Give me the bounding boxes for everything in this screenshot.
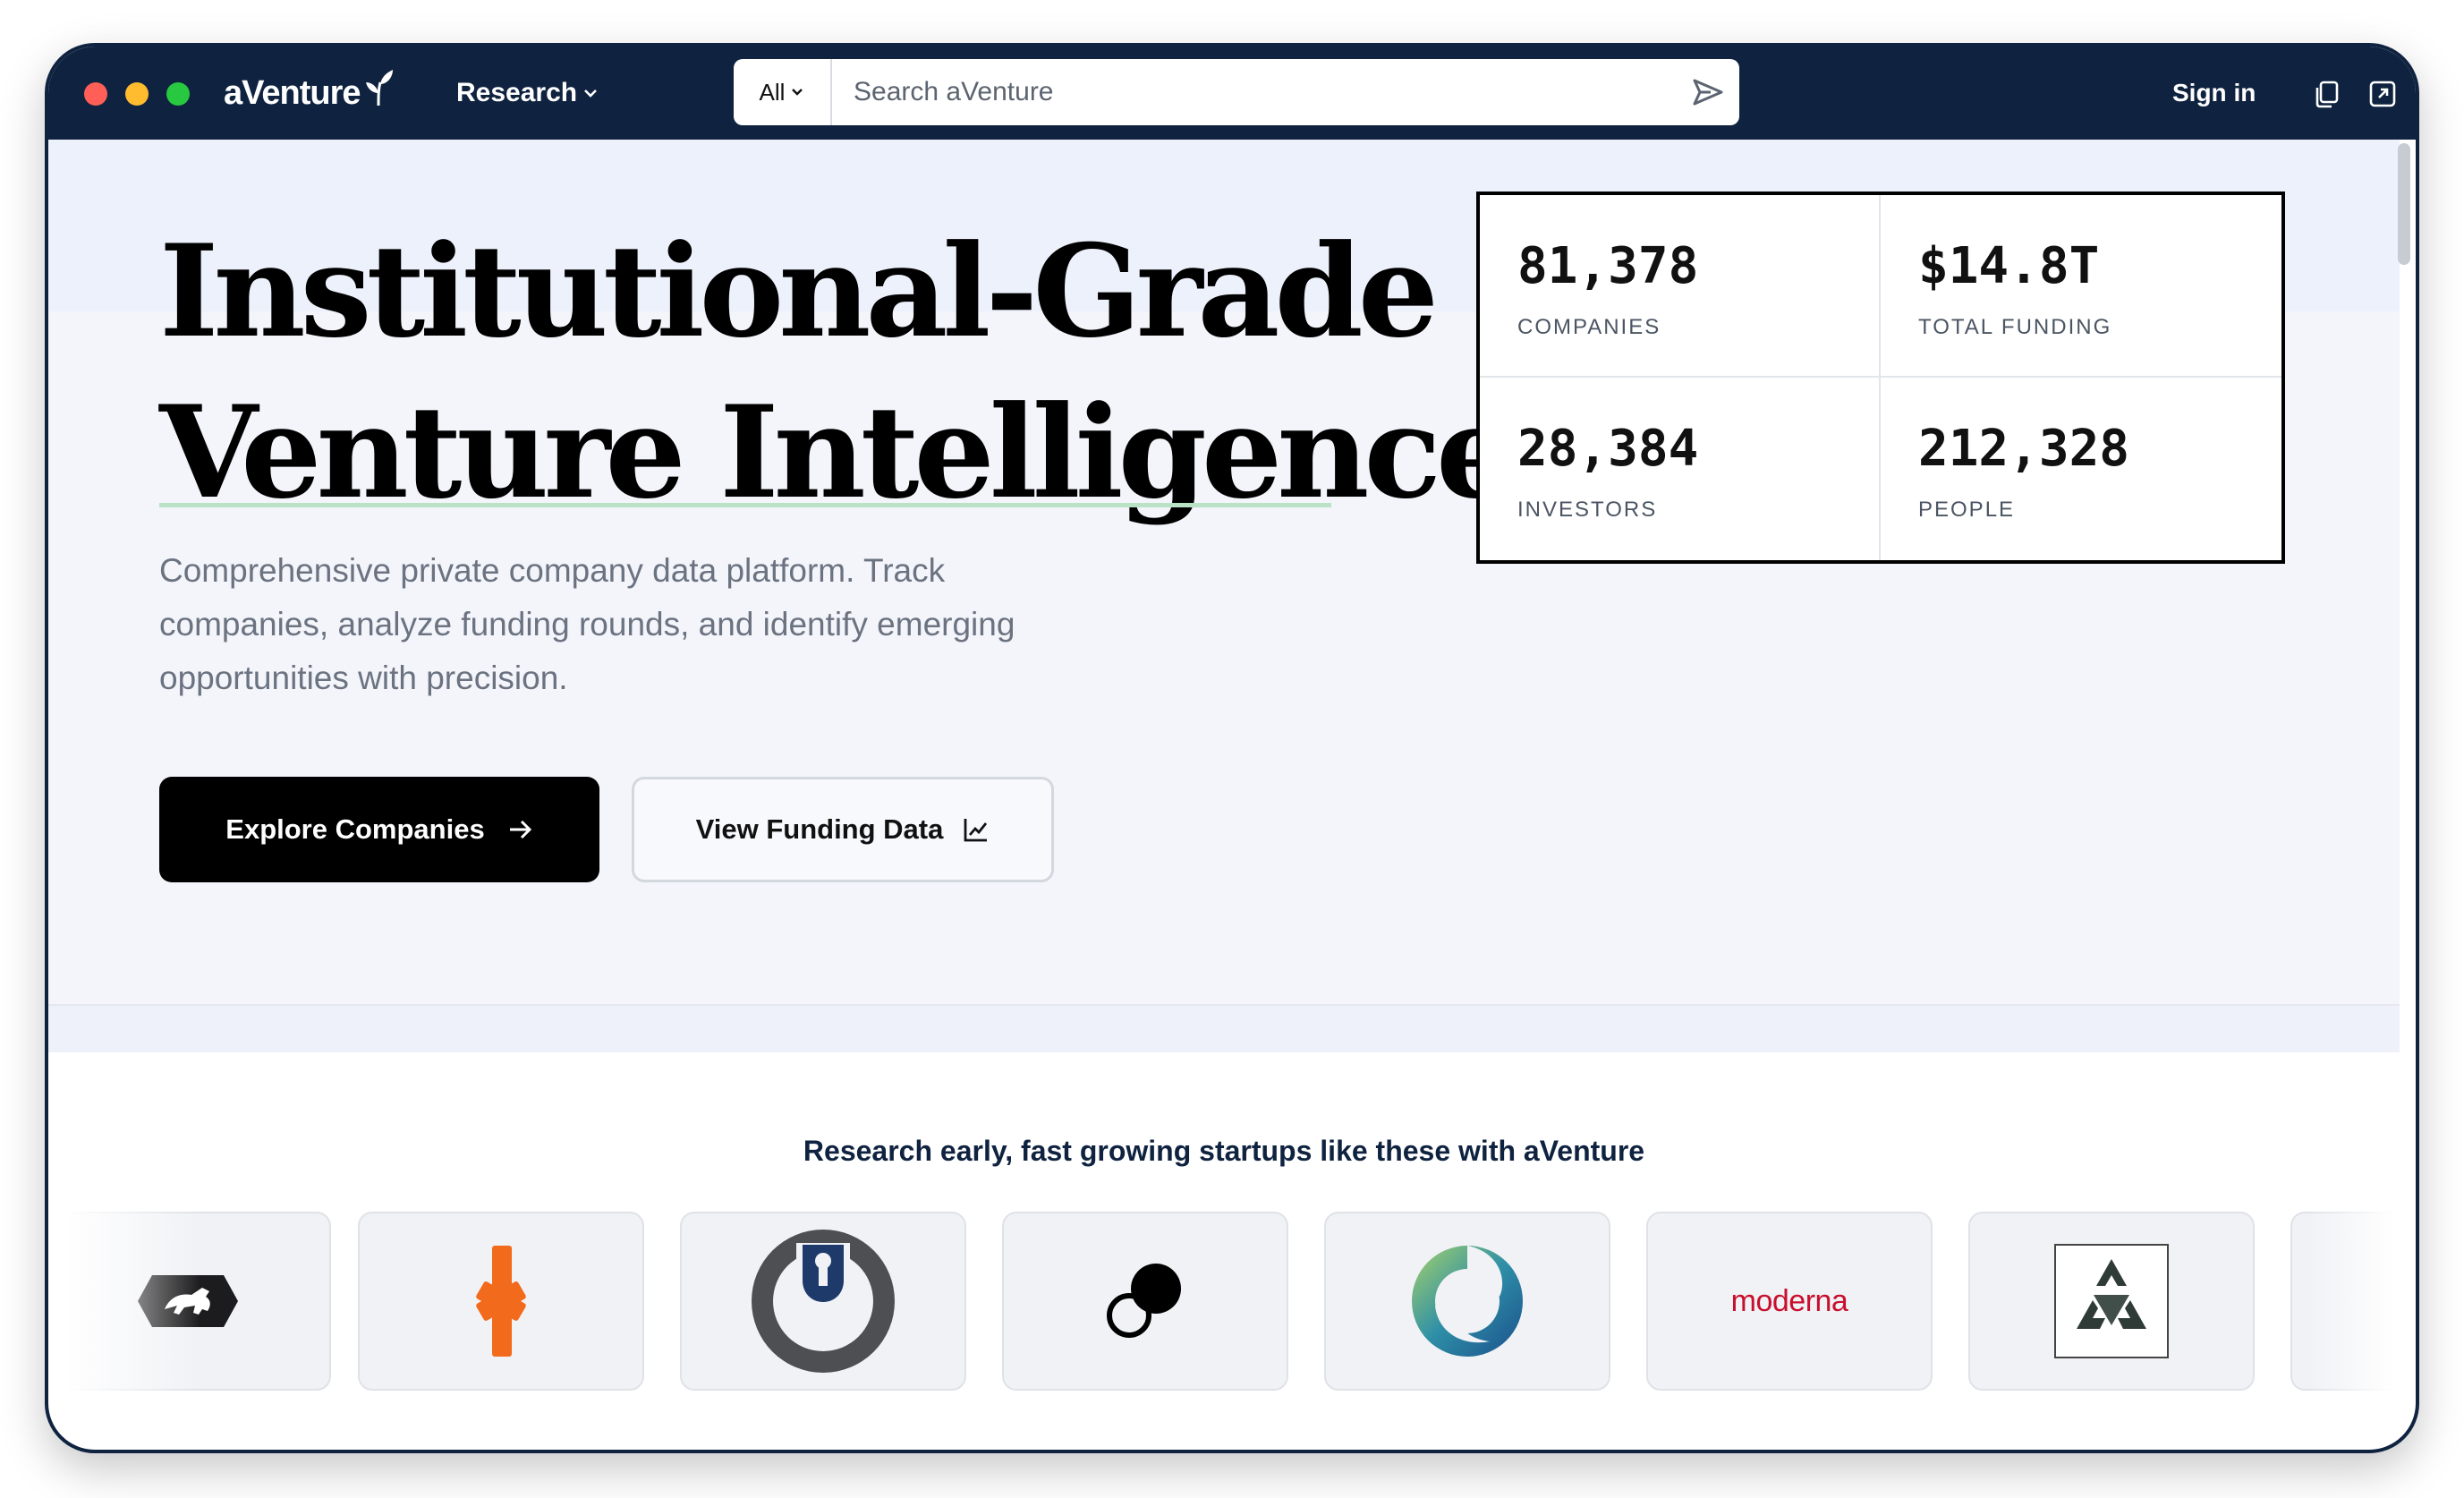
hero-section: Institutional-Grade Venture Intelligence… (48, 140, 2400, 1052)
chevron-down-icon (584, 89, 598, 98)
stat-value: 212,328 (1918, 420, 2130, 478)
keyhole-logo-icon (752, 1230, 895, 1373)
window-close-dot[interactable] (84, 82, 107, 106)
moderna-wordmark: moderna (1730, 1283, 1848, 1318)
window-maximize-dot[interactable] (166, 82, 190, 106)
arrow-right-icon (509, 820, 531, 839)
headline-line-1: Institutional-Grade (159, 217, 1439, 366)
stat-value: 28,384 (1517, 420, 1699, 478)
carousel-fade-left (48, 1206, 200, 1400)
logo-card-swirl[interactable] (1324, 1212, 1610, 1391)
stats-panel: 81,378 COMPANIES $14.8T TOTAL FUNDING 28… (1476, 192, 2285, 564)
copy-icon[interactable] (2312, 79, 2342, 109)
stat-value: 81,378 (1517, 237, 1699, 295)
stat-companies: 81,378 COMPANIES (1480, 195, 1881, 378)
search-input[interactable] (832, 59, 1677, 125)
swirl-logo-icon (1412, 1246, 1523, 1357)
search-scope-dropdown[interactable]: All (734, 59, 832, 125)
brand-name: aVenture (224, 73, 361, 112)
headline-line-2: Venture Intelligence (159, 379, 1517, 527)
logo-card-keyhole[interactable] (680, 1212, 966, 1391)
logos-section-title: Research early, fast growing startups li… (803, 1135, 1645, 1167)
tri-shape-logo-icon (2054, 1244, 2169, 1358)
view-funding-data-label: View Funding Data (695, 813, 944, 845)
view-funding-data-button[interactable]: View Funding Data (632, 777, 1054, 882)
page-scrollbar[interactable] (2398, 143, 2410, 265)
browser-window: aVenture Research All Sign in (45, 43, 2419, 1453)
research-menu-label: Research (456, 78, 578, 107)
logo-card-circles[interactable] (1002, 1212, 1288, 1391)
startup-logo-carousel: moderna (48, 1212, 2400, 1394)
stat-label: INVESTORS (1517, 498, 1658, 522)
stat-total-funding: $14.8T TOTAL FUNDING (1881, 195, 2281, 378)
logo-card-tri-shape[interactable] (1968, 1212, 2255, 1391)
page-headline: Institutional-Grade Venture Intelligence (159, 211, 1517, 533)
research-menu[interactable]: Research (456, 72, 599, 115)
leaf-icon (365, 70, 393, 106)
stat-people: 212,328 PEOPLE (1881, 378, 2281, 560)
headline-underline (159, 503, 1331, 507)
search-scope-label: All (759, 78, 786, 106)
brand-logo[interactable]: aVenture (224, 68, 395, 118)
logo-card-moderna[interactable]: moderna (1646, 1212, 1933, 1391)
stat-label: TOTAL FUNDING (1918, 315, 2112, 339)
search-bar: All (734, 59, 1739, 125)
line-chart-icon (964, 819, 988, 842)
explore-companies-label: Explore Companies (225, 813, 485, 845)
send-icon (1693, 79, 1723, 106)
stat-label: COMPANIES (1517, 315, 1661, 339)
external-link-icon[interactable] (2367, 79, 2398, 109)
stat-label: PEOPLE (1918, 498, 2016, 522)
top-navigation-bar: aVenture Research All Sign in (48, 47, 2416, 140)
stat-investors: 28,384 INVESTORS (1480, 378, 1881, 560)
circles-logo-icon (1107, 1264, 1181, 1338)
chevron-down-icon (792, 89, 803, 96)
search-submit-button[interactable] (1677, 59, 1739, 125)
carousel-fade-right (2308, 1206, 2416, 1400)
window-minimize-dot[interactable] (125, 82, 149, 106)
explore-companies-button[interactable]: Explore Companies (159, 777, 599, 882)
asterisk-logo-icon (476, 1246, 526, 1357)
stat-value: $14.8T (1918, 237, 2100, 295)
hero-subtitle: Comprehensive private company data platf… (159, 552, 1015, 696)
sign-in-link[interactable]: Sign in (2172, 73, 2256, 113)
logo-card-orange-asterisk[interactable] (358, 1212, 644, 1391)
hero-bottom-band (48, 1006, 2400, 1052)
